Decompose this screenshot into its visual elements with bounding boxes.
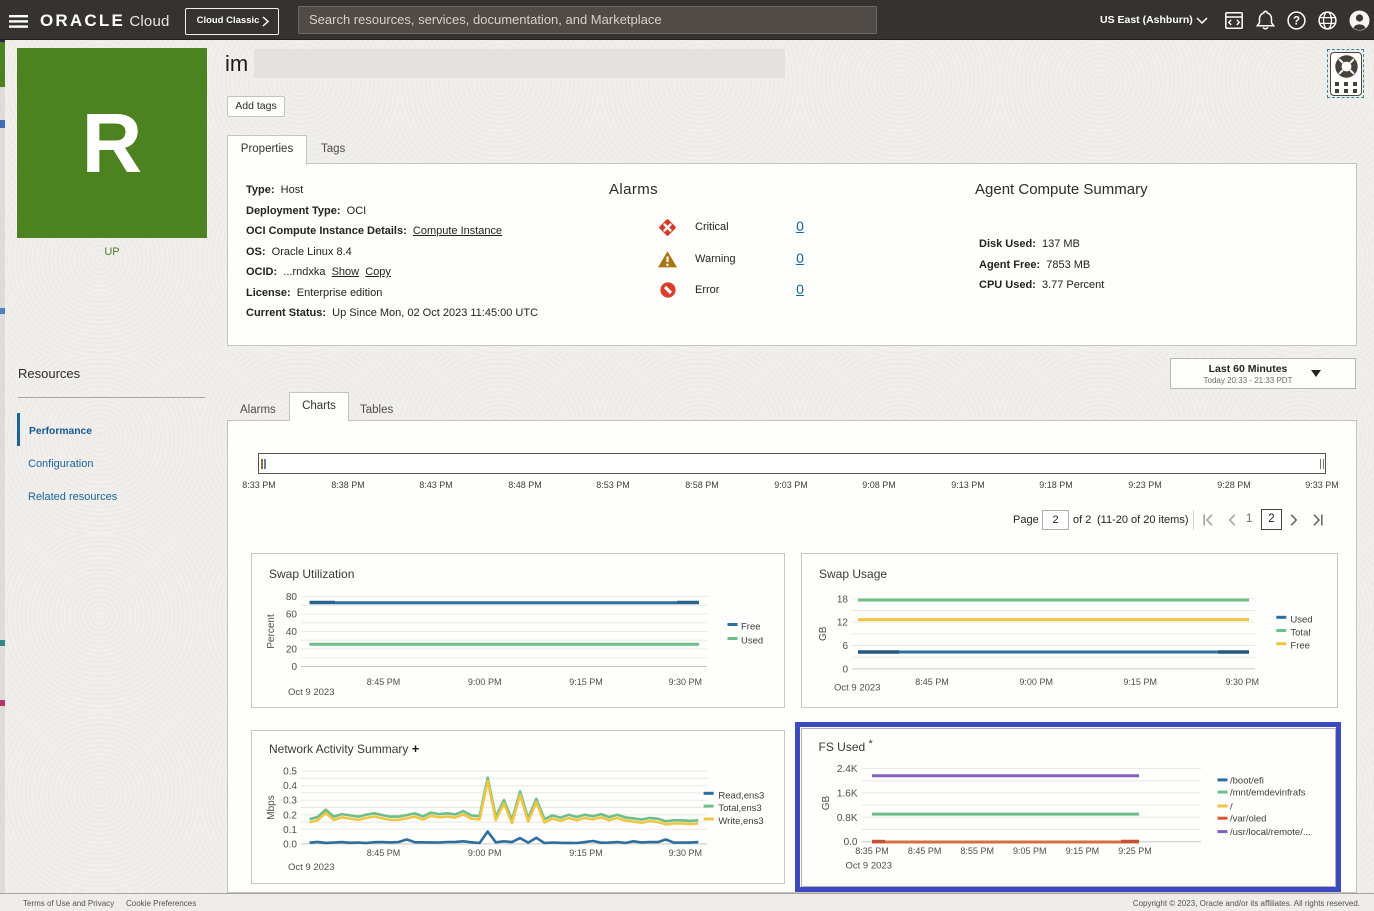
svg-text:0.8K: 0.8K xyxy=(836,812,857,823)
svg-text:9:30 PM: 9:30 PM xyxy=(669,848,703,858)
svg-text:18: 18 xyxy=(837,594,849,605)
svg-text:60: 60 xyxy=(286,610,298,621)
svg-text:9:25 PM: 9:25 PM xyxy=(1118,846,1152,856)
svg-text:Mbps: Mbps xyxy=(266,795,277,819)
svg-text:/usr/local/remote/...: /usr/local/remote/... xyxy=(1230,827,1311,838)
svg-text:GB: GB xyxy=(818,626,829,641)
svg-text:8:55 PM: 8:55 PM xyxy=(960,846,994,856)
svg-text:/: / xyxy=(1230,801,1233,812)
svg-text:/boot/efi: /boot/efi xyxy=(1230,775,1264,786)
svg-text:12: 12 xyxy=(837,618,849,629)
svg-text:9:15 PM: 9:15 PM xyxy=(1123,677,1157,687)
svg-text:9:30 PM: 9:30 PM xyxy=(669,677,703,687)
svg-text:Used: Used xyxy=(741,636,763,647)
svg-text:8:45 PM: 8:45 PM xyxy=(907,846,941,856)
svg-text:9:05 PM: 9:05 PM xyxy=(1013,846,1047,856)
svg-text:0.1: 0.1 xyxy=(283,824,297,835)
svg-text:20: 20 xyxy=(286,645,298,656)
svg-text:Write,ens3: Write,ens3 xyxy=(718,816,763,827)
svg-text:80: 80 xyxy=(286,592,298,603)
svg-text:0: 0 xyxy=(842,664,848,675)
svg-text:8:45 PM: 8:45 PM xyxy=(915,677,949,687)
svg-text:Read,ens3: Read,ens3 xyxy=(718,790,764,801)
svg-text:Oct 9 2023: Oct 9 2023 xyxy=(845,860,891,871)
svg-text:2.4K: 2.4K xyxy=(836,764,857,775)
svg-text:Oct 9 2023: Oct 9 2023 xyxy=(288,687,334,698)
svg-text:0.0: 0.0 xyxy=(283,839,297,850)
svg-text:Free: Free xyxy=(1290,641,1310,652)
svg-text:Total: Total xyxy=(1290,628,1310,639)
svg-text:8:45 PM: 8:45 PM xyxy=(367,848,401,858)
svg-text:6: 6 xyxy=(842,641,848,652)
svg-text:/var/oled: /var/oled xyxy=(1230,813,1266,824)
svg-text:Total,ens3: Total,ens3 xyxy=(718,803,761,814)
svg-text:8:45 PM: 8:45 PM xyxy=(367,677,401,687)
svg-text:0: 0 xyxy=(291,662,297,673)
svg-text:/mnt/emdevinfrafs: /mnt/emdevinfrafs xyxy=(1230,787,1306,798)
svg-text:9:00 PM: 9:00 PM xyxy=(1019,677,1053,687)
svg-text:40: 40 xyxy=(286,627,298,638)
svg-text:Oct 9 2023: Oct 9 2023 xyxy=(834,683,880,694)
svg-text:8:35 PM: 8:35 PM xyxy=(855,846,889,856)
svg-text:0.3: 0.3 xyxy=(283,795,297,806)
svg-text:0.5: 0.5 xyxy=(283,766,297,777)
svg-text:9:15 PM: 9:15 PM xyxy=(569,677,603,687)
svg-text:9:00 PM: 9:00 PM xyxy=(468,677,502,687)
svg-text:9:15 PM: 9:15 PM xyxy=(1065,846,1099,856)
svg-text:9:00 PM: 9:00 PM xyxy=(468,848,502,858)
svg-text:0.2: 0.2 xyxy=(283,810,297,821)
svg-text:9:15 PM: 9:15 PM xyxy=(569,848,603,858)
svg-text:Percent: Percent xyxy=(266,614,277,649)
svg-text:0.4: 0.4 xyxy=(283,781,297,792)
svg-text:Free: Free xyxy=(741,622,761,633)
svg-text:Oct 9 2023: Oct 9 2023 xyxy=(288,862,334,873)
svg-text:9:30 PM: 9:30 PM xyxy=(1226,677,1260,687)
svg-text:?: ? xyxy=(1293,16,1300,28)
svg-text:GB: GB xyxy=(821,795,832,810)
svg-text:1.6K: 1.6K xyxy=(836,788,857,799)
svg-text:Used: Used xyxy=(1290,614,1312,625)
